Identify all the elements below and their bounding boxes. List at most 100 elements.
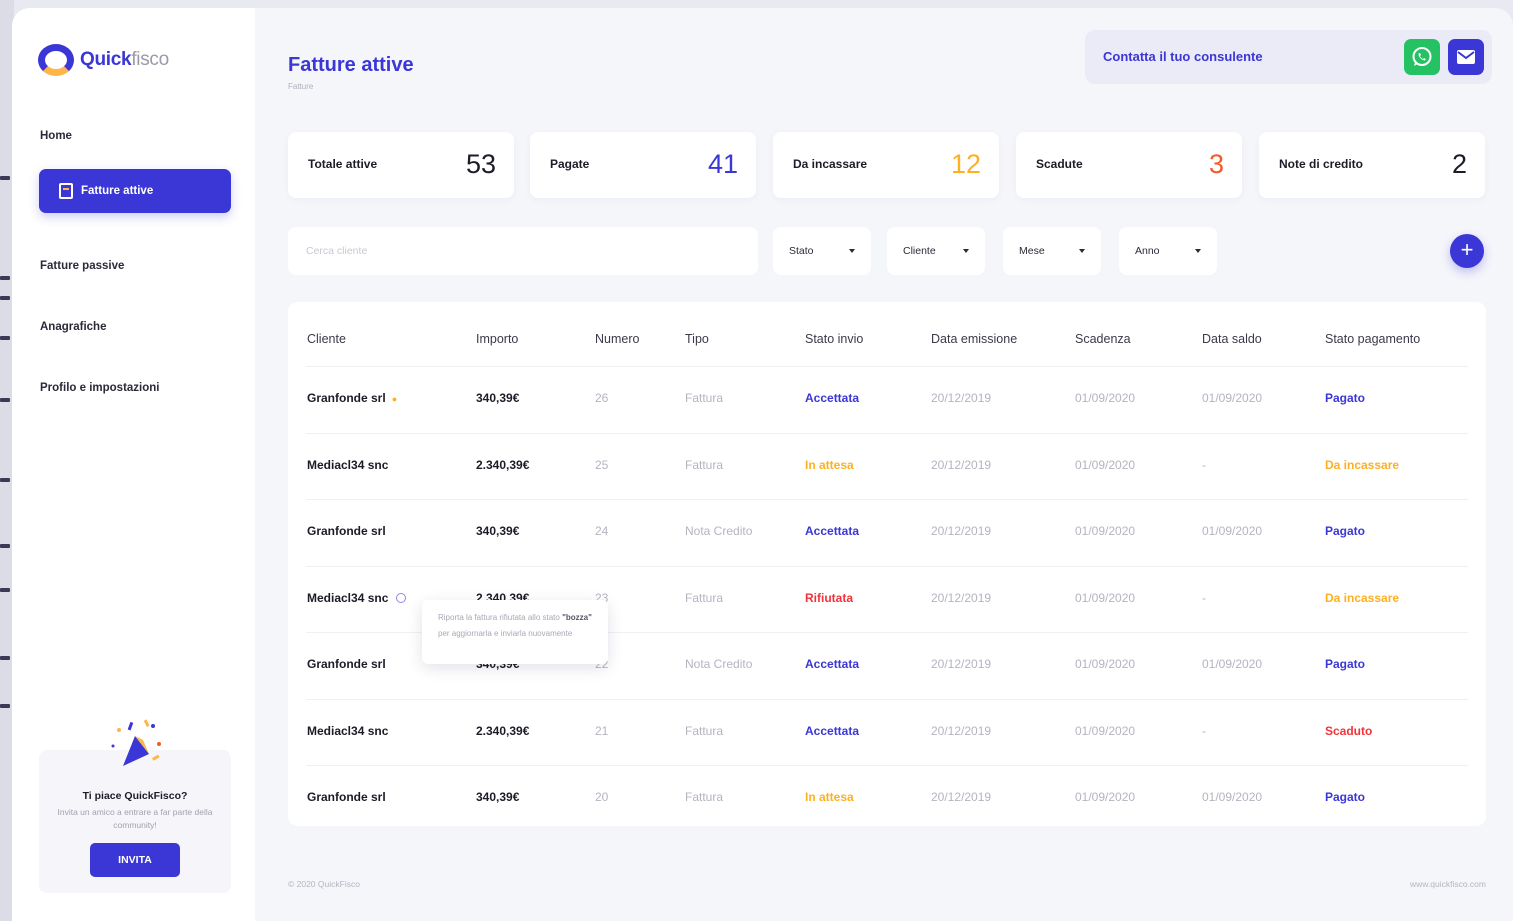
- tooltip-bold: "bozza": [562, 613, 592, 622]
- due-date-cell-text: 01/09/2020: [1075, 723, 1136, 738]
- table-row[interactable]: Mediacl34 snc 2.340,39€ 21 Fattura Accettata…: [306, 698, 1468, 765]
- chevron-down-icon: [1079, 249, 1085, 253]
- due-date-cell: 01/09/2020: [1075, 591, 1135, 605]
- table-row[interactable]: Granfonde srl 340,39€ 20 Fattura In attesa 20…: [306, 765, 1468, 831]
- type-cell: Nota Credito: [685, 657, 752, 671]
- brand-name: Quickfisco: [80, 49, 169, 70]
- issue-date-cell-text: 20/12/2019: [931, 723, 992, 738]
- client-cell: Granfonde srl ●: [307, 391, 397, 405]
- tooltip-text: Riporta la fattura rifiutata allo stato: [438, 613, 563, 622]
- payment-status-cell-text: Pagato: [1325, 524, 1366, 538]
- filter-anno[interactable]: Anno: [1119, 227, 1217, 275]
- search-client-input[interactable]: [288, 227, 758, 275]
- party-popper-icon: [111, 719, 161, 766]
- amount-cell-text: 2.340,39€: [476, 723, 530, 738]
- payment-status-cell: Da incassare: [1325, 458, 1399, 472]
- due-date-cell-text: 01/09/2020: [1075, 657, 1136, 671]
- sidebar-item-fatture-passive[interactable]: Fatture passive: [40, 260, 124, 272]
- number-cell-text: 26: [595, 391, 609, 405]
- number-cell: 26: [595, 391, 608, 405]
- client-cell-text: Granfonde srl: [307, 391, 386, 405]
- number-cell-text: 20: [595, 790, 609, 804]
- payment-status-cell-text: Pagato: [1325, 790, 1366, 804]
- chevron-down-icon: [849, 249, 855, 253]
- amount-cell: 340,39€: [476, 391, 519, 405]
- send-status-cell: Accettata: [805, 724, 859, 738]
- sidebar-item-anagrafiche[interactable]: Anagrafiche: [40, 321, 106, 333]
- sidebar-item-fatture-attive[interactable]: Fatture attive: [39, 169, 231, 213]
- table-row[interactable]: Granfonde srl 340,39€ 24 Nota Credito Accett…: [306, 499, 1468, 565]
- send-status-cell-text: Rifiutata: [805, 590, 853, 605]
- issue-date-cell: 20/12/2019: [931, 657, 991, 671]
- sidebar-item-home[interactable]: Home: [40, 130, 72, 142]
- paid-date-cell-text: 01/09/2020: [1202, 657, 1263, 671]
- client-cell-text: Mediacl34 snc: [307, 590, 389, 605]
- amount-cell: 340,39€: [476, 790, 519, 804]
- email-button[interactable]: [1448, 39, 1484, 75]
- sidebar-item-profilo[interactable]: Profilo e impostazioni: [40, 382, 159, 394]
- chevron-down-icon: [1195, 249, 1201, 253]
- send-status-cell-text: In attesa: [805, 790, 854, 804]
- invite-button[interactable]: INVITA: [90, 843, 180, 877]
- column-header-data-emissione[interactable]: Data emissione: [931, 332, 1017, 346]
- type-cell-text: Nota Credito: [685, 524, 753, 538]
- amount-cell: 340,39€: [476, 524, 519, 538]
- column-header-data-saldo[interactable]: Data saldo: [1202, 332, 1262, 346]
- add-invoice-button[interactable]: +: [1450, 234, 1484, 268]
- due-date-cell-text: 01/09/2020: [1075, 590, 1136, 605]
- whatsapp-button[interactable]: [1404, 39, 1440, 75]
- filter-stato[interactable]: Stato: [773, 227, 871, 275]
- issue-date-cell-text: 20/12/2019: [931, 391, 992, 405]
- paid-date-cell: 01/09/2020: [1202, 790, 1262, 804]
- send-status-cell: Accettata: [805, 524, 859, 538]
- stat-value: 53: [465, 149, 496, 179]
- payment-status-cell: Pagato: [1325, 790, 1365, 804]
- client-cell: Granfonde srl: [307, 524, 386, 538]
- table-row[interactable]: Mediacl34 snc 2.340,39€ 25 Fattura In attesa…: [306, 432, 1468, 499]
- brand-logo[interactable]: Quickfisco: [38, 44, 169, 76]
- issue-date-cell-text: 20/12/2019: [931, 590, 992, 605]
- filter-mese[interactable]: Mese: [1003, 227, 1101, 275]
- stat-label: Pagate: [550, 157, 590, 171]
- copyright: © 2020 QuickFisco: [288, 879, 360, 889]
- number-cell: 20: [595, 790, 608, 804]
- column-header-stato-invio[interactable]: Stato invio: [805, 332, 863, 346]
- website-link[interactable]: www.quickfisco.com: [1410, 879, 1486, 889]
- client-cell: Mediacl34 snc: [307, 590, 407, 605]
- number-cell-text: 25: [595, 457, 609, 472]
- paid-date-cell: -: [1202, 458, 1206, 472]
- due-date-cell-text: 01/09/2020: [1075, 524, 1136, 538]
- send-status-cell-text: Accettata: [805, 657, 860, 671]
- number-cell-text: 21: [595, 723, 609, 738]
- paid-date-cell-text: 01/09/2020: [1202, 790, 1263, 804]
- column-header-importo[interactable]: Importo: [476, 332, 518, 346]
- payment-status-cell-text: Scaduto: [1325, 723, 1373, 738]
- client-cell-text: Mediacl34 snc: [307, 723, 389, 738]
- info-icon[interactable]: [396, 593, 407, 604]
- breadcrumb[interactable]: Fatture: [288, 82, 313, 91]
- payment-status-cell-text: Da incassare: [1325, 590, 1400, 605]
- column-header-tipo[interactable]: Tipo: [685, 332, 709, 346]
- paid-date-cell-text: -: [1202, 590, 1206, 605]
- stat-card-scadute: Scadute 3: [1016, 132, 1242, 198]
- rejected-info-tooltip: Riporta la fattura rifiutata allo stato …: [422, 600, 608, 664]
- payment-status-cell: Pagato: [1325, 524, 1365, 538]
- column-header-cliente[interactable]: Cliente: [307, 332, 346, 346]
- number-cell-text: 24: [595, 524, 609, 538]
- tooltip-text: per aggiornarla e inviarla nuovamente: [438, 629, 573, 638]
- send-status-cell: In attesa: [805, 790, 854, 804]
- issue-date-cell-text: 20/12/2019: [931, 524, 992, 538]
- column-header-stato-pagamento[interactable]: Stato pagamento: [1325, 332, 1420, 346]
- column-header-numero[interactable]: Numero: [595, 332, 639, 346]
- due-date-cell-text: 01/09/2020: [1075, 457, 1136, 472]
- client-cell-text: Mediacl34 snc: [307, 457, 389, 472]
- column-header-scadenza[interactable]: Scadenza: [1075, 332, 1131, 346]
- table-row[interactable]: Granfonde srl ● 340,39€ 26 Fattura Accettata 2…: [306, 366, 1468, 432]
- payment-status-cell: Pagato: [1325, 391, 1365, 405]
- client-cell: Mediacl34 snc: [307, 458, 388, 472]
- paid-date-cell: -: [1202, 724, 1206, 738]
- whatsapp-icon: [1412, 47, 1432, 66]
- type-cell: Nota Credito: [685, 524, 752, 538]
- filter-cliente[interactable]: Cliente: [887, 227, 985, 275]
- stat-card-pagate: Pagate 41: [530, 132, 756, 198]
